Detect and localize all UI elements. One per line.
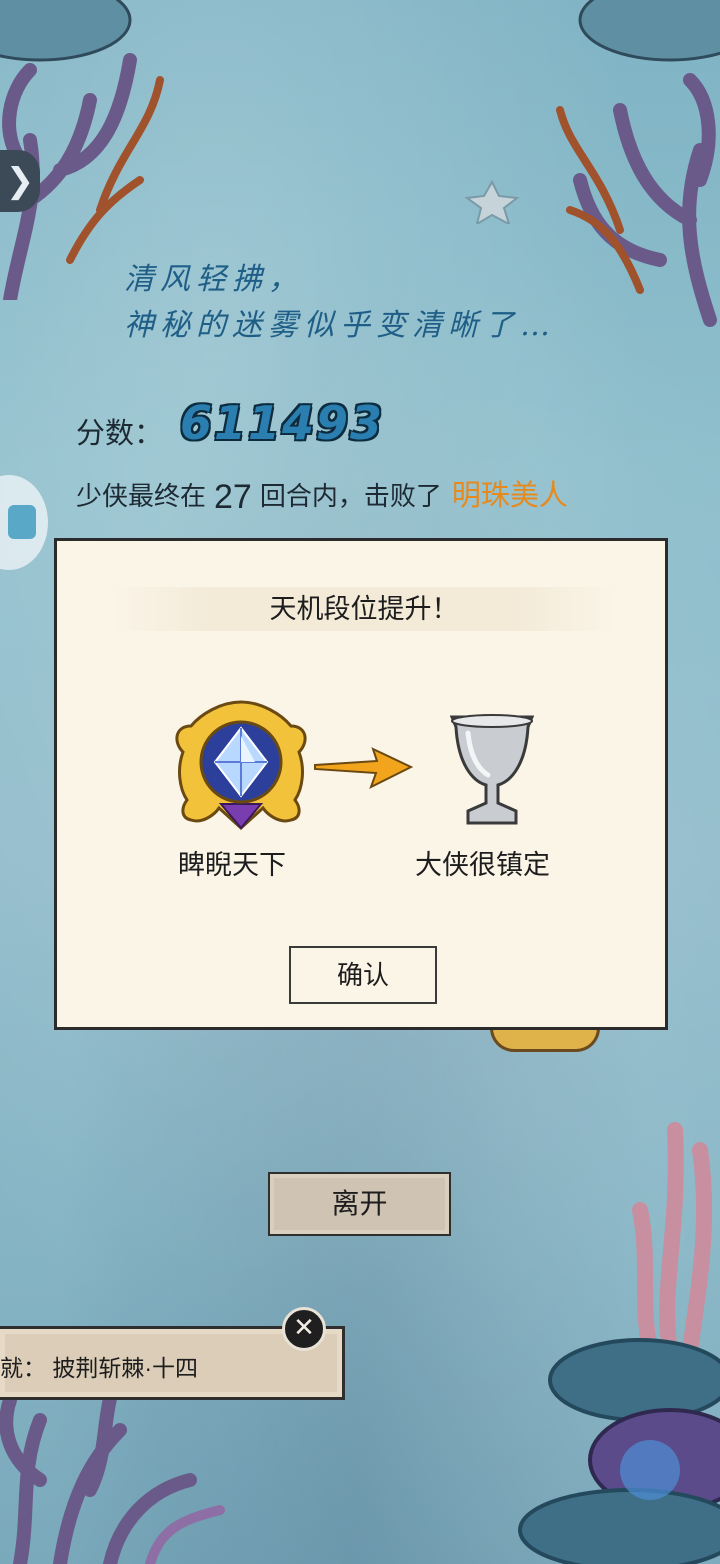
silver-goblet-icon bbox=[449, 714, 535, 825]
achievement-text: 就： 披荆斩棘·十四 bbox=[0, 1355, 199, 1381]
result-rounds: 27 bbox=[214, 478, 252, 516]
app-icon bbox=[8, 505, 36, 539]
side-expand-tab[interactable]: ❯ bbox=[0, 150, 40, 212]
battle-result-line: 少侠最终在 27 回合内，击败了 明珠美人 bbox=[76, 472, 568, 517]
score-label: 分数： bbox=[76, 418, 164, 450]
starfish-icon bbox=[464, 180, 520, 224]
old-rank-name: 睥睨天下 bbox=[178, 850, 286, 880]
new-rank-name: 大侠很镇定 bbox=[415, 850, 550, 880]
dialog-title: 天机段位提升！ bbox=[111, 587, 617, 631]
boss-name: 明珠美人 bbox=[451, 480, 568, 512]
result-middle: 回合内，击败了 bbox=[259, 481, 442, 511]
rank-up-dialog: 天机段位提升！ 睥睨天下 大侠很镇定 确认 bbox=[54, 538, 668, 1030]
hidden-medal-edge bbox=[490, 1028, 600, 1052]
leave-button[interactable]: 离开 bbox=[268, 1172, 451, 1236]
arrow-right-icon bbox=[314, 747, 413, 789]
score-value: 611493 bbox=[180, 396, 385, 450]
close-icon[interactable]: ✕ bbox=[282, 1307, 326, 1351]
coral-bottom-right-icon bbox=[518, 1122, 720, 1564]
gold-crystal-badge-icon bbox=[175, 700, 307, 831]
poem-line-2: 神秘的迷雾似乎变清晰了… bbox=[124, 308, 556, 343]
result-prefix: 少侠最终在 bbox=[76, 481, 207, 511]
poem-line-1: 清风轻拂， bbox=[124, 262, 304, 297]
confirm-button[interactable]: 确认 bbox=[289, 946, 437, 1004]
